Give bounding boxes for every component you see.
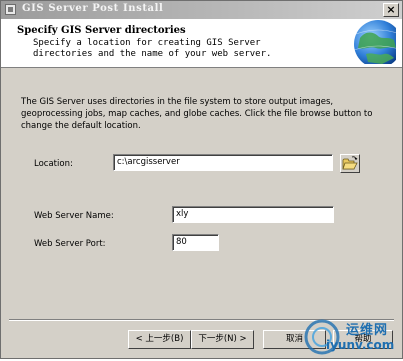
web-server-name-field[interactable]: xly <box>172 206 334 223</box>
watermark-url: iyunv.com <box>326 338 395 352</box>
web-server-port-label: Web Server Port: <box>34 239 106 249</box>
close-button[interactable]: × <box>383 3 399 17</box>
next-button[interactable]: 下一步(N) > <box>191 330 254 349</box>
open-folder-icon <box>342 156 358 170</box>
watermark-text: 运维网 <box>346 323 389 338</box>
web-server-name-label: Web Server Name: <box>34 211 114 221</box>
app-icon <box>5 4 16 15</box>
window-title: GIS Server Post Install <box>22 3 164 14</box>
wizard-header: Specify GIS Server directories Specify a… <box>1 19 402 68</box>
instructions-text: The GIS Server uses directories in the f… <box>21 97 373 131</box>
header-title: Specify GIS Server directories <box>17 25 186 36</box>
location-label: Location: <box>34 159 73 169</box>
install-dialog: GIS Server Post Install × Specify GIS Se… <box>0 0 403 359</box>
web-server-port-field[interactable]: 80 <box>172 234 219 251</box>
location-field[interactable]: c:\arcgisserver <box>113 154 333 171</box>
back-button[interactable]: < 上一步(B) <box>128 330 191 349</box>
header-description: Specify a location for creating GIS Serv… <box>33 38 272 59</box>
browse-button[interactable] <box>340 154 360 173</box>
globe-icon <box>353 20 396 64</box>
title-bar: GIS Server Post Install × <box>1 1 402 19</box>
